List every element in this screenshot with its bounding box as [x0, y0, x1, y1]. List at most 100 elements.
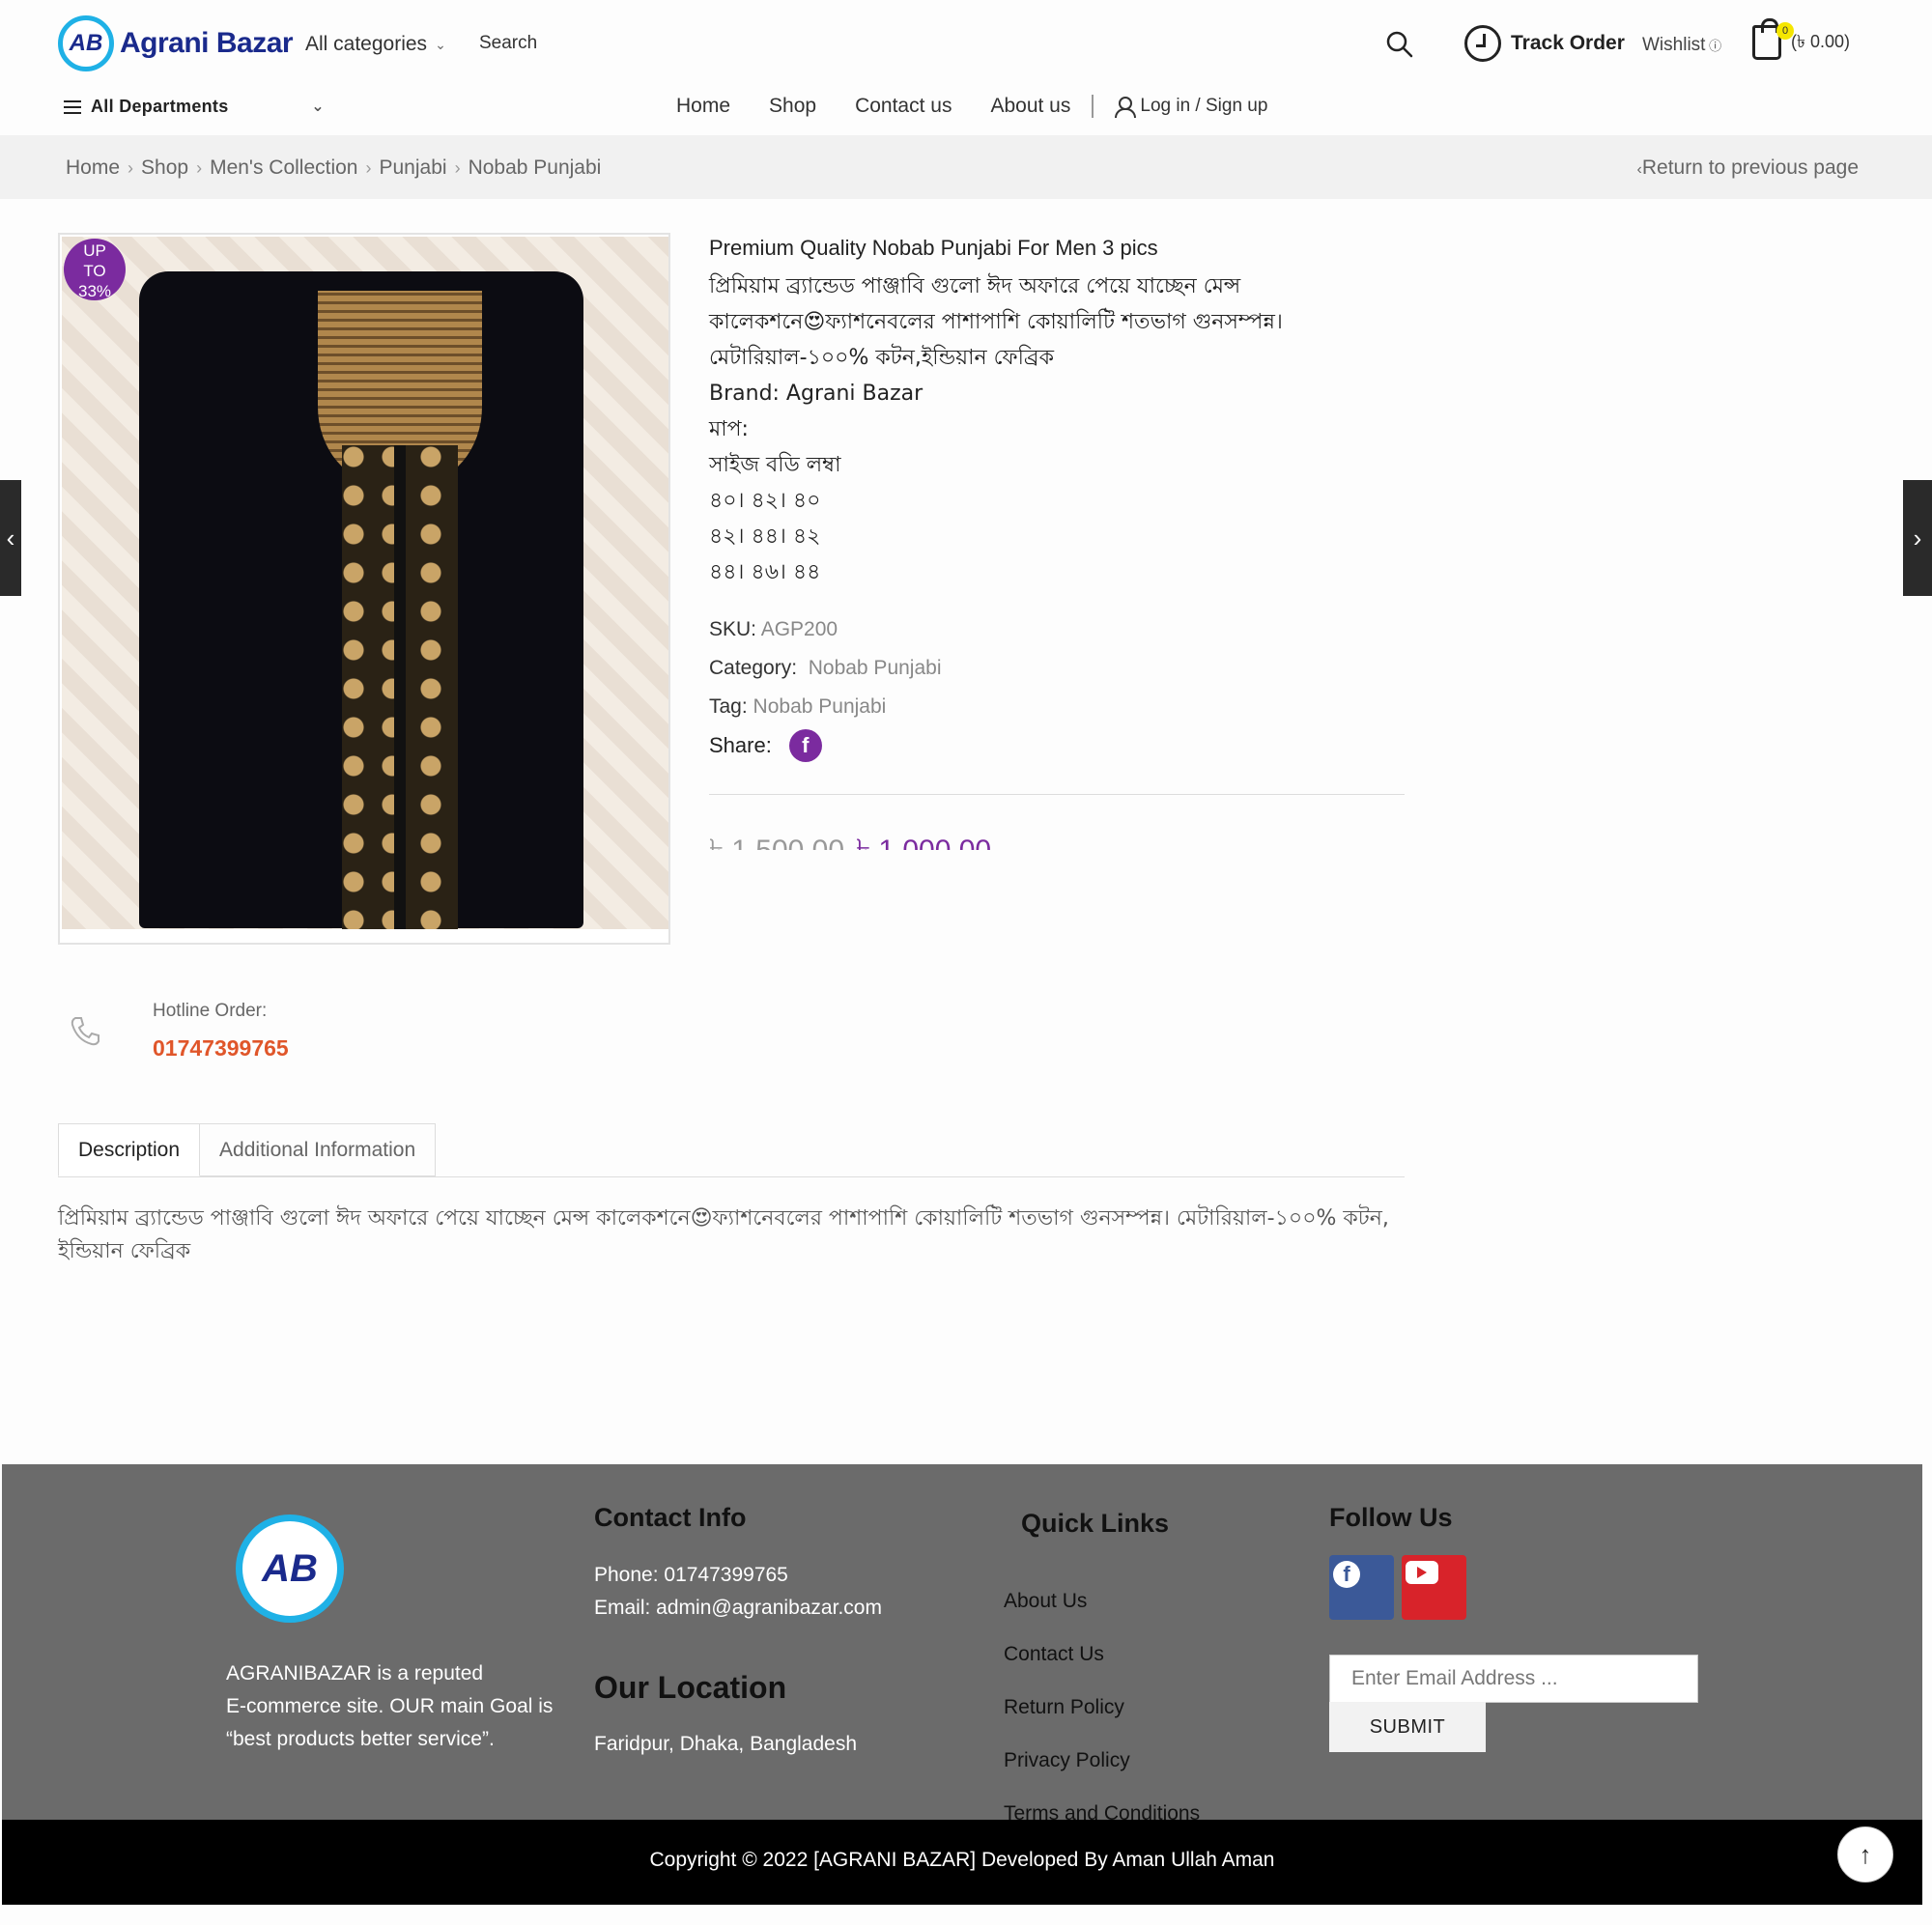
product-summary: Premium Quality Nobab Punjabi For Men 3 … [709, 236, 1405, 590]
newsletter-email-input[interactable]: Enter Email Address ... [1329, 1655, 1698, 1703]
category-select-label: All categories [305, 33, 428, 55]
chevron-left-icon: ‹ [6, 523, 15, 552]
next-product-arrow[interactable]: › [1903, 480, 1932, 596]
wishlist-link[interactable]: Wishlist ⓘ [1642, 35, 1721, 56]
sku-value: AGP200 [760, 618, 838, 640]
cart-button[interactable]: 0 (৳ 0.00) [1752, 18, 1850, 60]
discount-badge: UP TO 33% [64, 239, 126, 300]
breadcrumb: Home › Shop › Men's Collection › Punjabi… [66, 156, 601, 180]
nav-about[interactable]: About us [990, 95, 1070, 118]
desc-line: কালেকশনে😍ফ্যাশনেবলের পাশাপাশি কোয়ালিটি … [709, 310, 1283, 334]
contact-phone: Phone: 01747399765 [594, 1564, 788, 1586]
back-to-top-button[interactable]: ↑ [1837, 1826, 1893, 1883]
prev-product-arrow[interactable]: ‹ [0, 480, 21, 596]
quick-links-heading: Quick Links [1021, 1509, 1170, 1538]
desc-line: মাপ: [709, 417, 749, 441]
facebook-button[interactable]: f [1329, 1555, 1394, 1620]
share-label: Share: [709, 733, 772, 757]
footer-logo[interactable]: AB [236, 1515, 344, 1623]
desc-line: Brand: Agrani Bazar [709, 382, 923, 406]
desc-line: ৪০। ৪২। ৪০ [709, 489, 821, 513]
copyright-text: Copyright © 2022 [AGRANI BAZAR] Develope… [649, 1849, 1275, 1871]
search-input[interactable]: Search [479, 33, 537, 54]
desc-line: মেটারিয়াল-১০০% কটন,ইন্ডিয়ান ফেব্রিক [709, 346, 1054, 370]
login-label: Log in / Sign up [1140, 96, 1268, 116]
all-departments-label: All Departments [91, 97, 229, 116]
product-image[interactable] [62, 237, 668, 929]
product-meta: SKU: AGP200 Category: Nobab Punjabi Tag:… [709, 610, 942, 726]
quick-links: About Us Contact Us Return Policy Privac… [1004, 1574, 1200, 1840]
chevron-down-icon: ⌄ [311, 99, 325, 115]
youtube-icon [1406, 1561, 1438, 1584]
nav-home[interactable]: Home [676, 95, 730, 118]
breadcrumb-punjabi[interactable]: Punjabi [380, 156, 447, 180]
newsletter-submit-button[interactable]: SUBMIT [1329, 1702, 1486, 1752]
tag-row: Tag: Nobab Punjabi [709, 695, 887, 718]
desc-line: সাইজ বডি লম্বা [709, 453, 841, 477]
hotline-label: Hotline Order: [153, 1001, 268, 1021]
logo-mark: AB [58, 15, 114, 71]
punjabi-garment [139, 271, 583, 929]
footer-link-contact[interactable]: Contact Us [1004, 1628, 1200, 1681]
product-gallery[interactable]: UP TO 33% [58, 233, 670, 945]
chevron-right-icon: › [1913, 523, 1922, 552]
logo-text: Agrani Bazar [120, 27, 294, 59]
product-title: Premium Quality Nobab Punjabi For Men 3 … [709, 236, 1158, 260]
youtube-button[interactable] [1402, 1555, 1466, 1620]
cart-count-badge: 0 [1776, 22, 1794, 40]
return-link[interactable]: ‹Return to previous page [1637, 156, 1859, 180]
footer-link-return[interactable]: Return Policy [1004, 1681, 1200, 1734]
return-label: Return to previous page [1641, 156, 1859, 179]
all-departments-menu[interactable]: All Departments ⌄ [64, 97, 325, 117]
tab-description[interactable]: Description [58, 1123, 201, 1176]
chevron-right-icon: › [128, 157, 134, 178]
chevron-right-icon: › [454, 157, 461, 178]
old-price: ৳ 1,500.00 [709, 827, 844, 850]
chevron-down-icon: ⌄ [435, 36, 446, 52]
clock-icon [1464, 25, 1501, 62]
divider [58, 1176, 1405, 1177]
search-icon[interactable] [1385, 30, 1414, 59]
menu-icon [64, 99, 81, 114]
phone-icon [68, 1014, 102, 1049]
nav-contact[interactable]: Contact us [855, 95, 952, 118]
hotline-number[interactable]: 01747399765 [153, 1035, 289, 1062]
chevron-right-icon: › [196, 157, 203, 178]
category-link[interactable]: Nobab Punjabi [809, 657, 942, 679]
breadcrumb-home[interactable]: Home [66, 156, 120, 180]
location-text: Faridpur, Dhaka, Bangladesh [594, 1733, 858, 1755]
footer-about: AGRANIBAZAR is a reputed E-commerce site… [226, 1662, 554, 1750]
breadcrumb-current: Nobab Punjabi [468, 156, 602, 179]
user-icon [1115, 97, 1137, 118]
login-link[interactable]: Log in / Sign up [1115, 96, 1268, 118]
embroidered-placket [342, 445, 458, 929]
footer-link-privacy[interactable]: Privacy Policy [1004, 1734, 1200, 1787]
chevron-right-icon: › [365, 157, 372, 178]
category-select[interactable]: All categories ⌄ [305, 33, 446, 56]
share-row: Share: f [709, 729, 822, 762]
nav-shop[interactable]: Shop [769, 95, 816, 118]
price: ৳ 1,500.00 ৳ 1,000.00 [709, 827, 991, 850]
sale-price: ৳ 1,000.00 [856, 827, 991, 850]
breadcrumb-mens[interactable]: Men's Collection [210, 156, 357, 180]
contact-details: Phone: 01747399765 Email: admin@agraniba… [594, 1559, 882, 1625]
contact-heading: Contact Info [594, 1503, 747, 1532]
cart-total: (৳ 0.00) [1791, 31, 1850, 51]
category-row: Category: Nobab Punjabi [709, 657, 942, 679]
wishlist-label: Wishlist [1642, 35, 1706, 55]
divider [709, 794, 1405, 795]
desc-line: প্রিমিয়াম ব্র্যান্ডেড পাঞ্জাবি গুলো ঈদ … [709, 274, 1241, 298]
track-order-label: Track Order [1511, 32, 1625, 54]
sku-row: SKU: AGP200 [709, 618, 838, 640]
main-nav: Home Shop Contact us About us Log in / S… [676, 95, 1267, 118]
site-logo[interactable]: AB Agrani Bazar [58, 15, 294, 71]
arrow-up-icon: ↑ [1859, 1839, 1872, 1869]
contact-email[interactable]: Email: admin@agranibazar.com [594, 1592, 882, 1625]
breadcrumb-shop[interactable]: Shop [141, 156, 188, 180]
tag-link[interactable]: Nobab Punjabi [753, 695, 887, 718]
track-order-link[interactable]: Track Order [1464, 25, 1625, 62]
desc-line: ৪২। ৪৪। ৪২ [709, 524, 821, 549]
footer-link-about[interactable]: About Us [1004, 1574, 1200, 1628]
tab-additional-information[interactable]: Additional Information [200, 1123, 437, 1176]
facebook-icon[interactable]: f [788, 729, 822, 762]
